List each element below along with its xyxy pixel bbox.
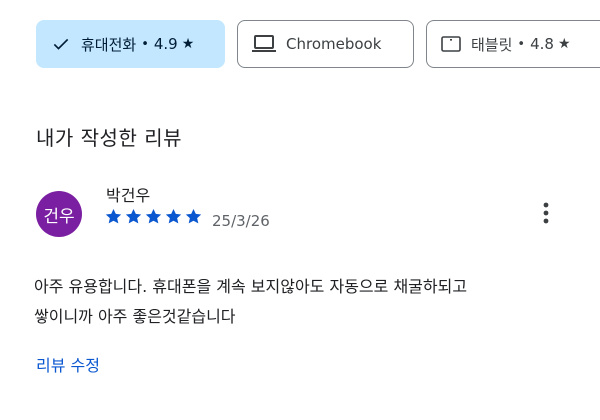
chip-phone-label: 휴대전화: [81, 35, 137, 54]
chip-phone[interactable]: 휴대전화 • 4.9 ★: [36, 20, 225, 68]
star-icon: [165, 208, 182, 224]
star-icon: ★: [181, 36, 195, 52]
laptop-icon: [252, 34, 276, 54]
review-text-line: 쌓이니까 아주 좋은것같습니다: [34, 307, 236, 326]
section-title: 내가 작성한 리뷰: [36, 126, 183, 150]
device-filter-chips: 휴대전화 • 4.9 ★ Chromebook 태블릿 • 4.8 ★: [36, 20, 600, 68]
chip-phone-separator: •: [141, 36, 149, 52]
review-date: 25/3/26: [212, 212, 270, 230]
chip-tablet-label: 태블릿: [471, 35, 513, 54]
more-vert-icon: [543, 202, 549, 228]
chip-tablet-rating: 4.8: [530, 35, 554, 53]
star-rating: [104, 207, 203, 226]
avatar: 건우: [36, 191, 82, 237]
star-icon: [105, 208, 122, 224]
star-icon: [125, 208, 142, 224]
review-author: 박건우: [106, 186, 151, 205]
chip-tablet-separator: •: [517, 36, 526, 52]
review-text-line: 아주 유용합니다. 휴대폰을 계속 보지않아도 자동으로 채굴하되고: [34, 277, 468, 296]
chip-tablet[interactable]: 태블릿 • 4.8 ★: [426, 20, 600, 68]
review-text: 아주 유용합니다. 휴대폰을 계속 보지않아도 자동으로 채굴하되고 쌓이니까 …: [34, 272, 574, 332]
star-icon: [185, 208, 202, 224]
star-icon: [145, 208, 162, 224]
star-icon: ★: [557, 36, 571, 52]
chip-chromebook-label: Chromebook: [286, 35, 382, 53]
more-options-button[interactable]: [532, 198, 560, 232]
check-icon: [51, 34, 71, 54]
chip-phone-rating: 4.9: [153, 35, 178, 53]
tablet-icon: [441, 36, 461, 52]
chip-chromebook[interactable]: Chromebook: [237, 20, 414, 68]
edit-review-link[interactable]: 리뷰 수정: [36, 352, 100, 376]
avatar-text: 건우: [43, 206, 75, 227]
